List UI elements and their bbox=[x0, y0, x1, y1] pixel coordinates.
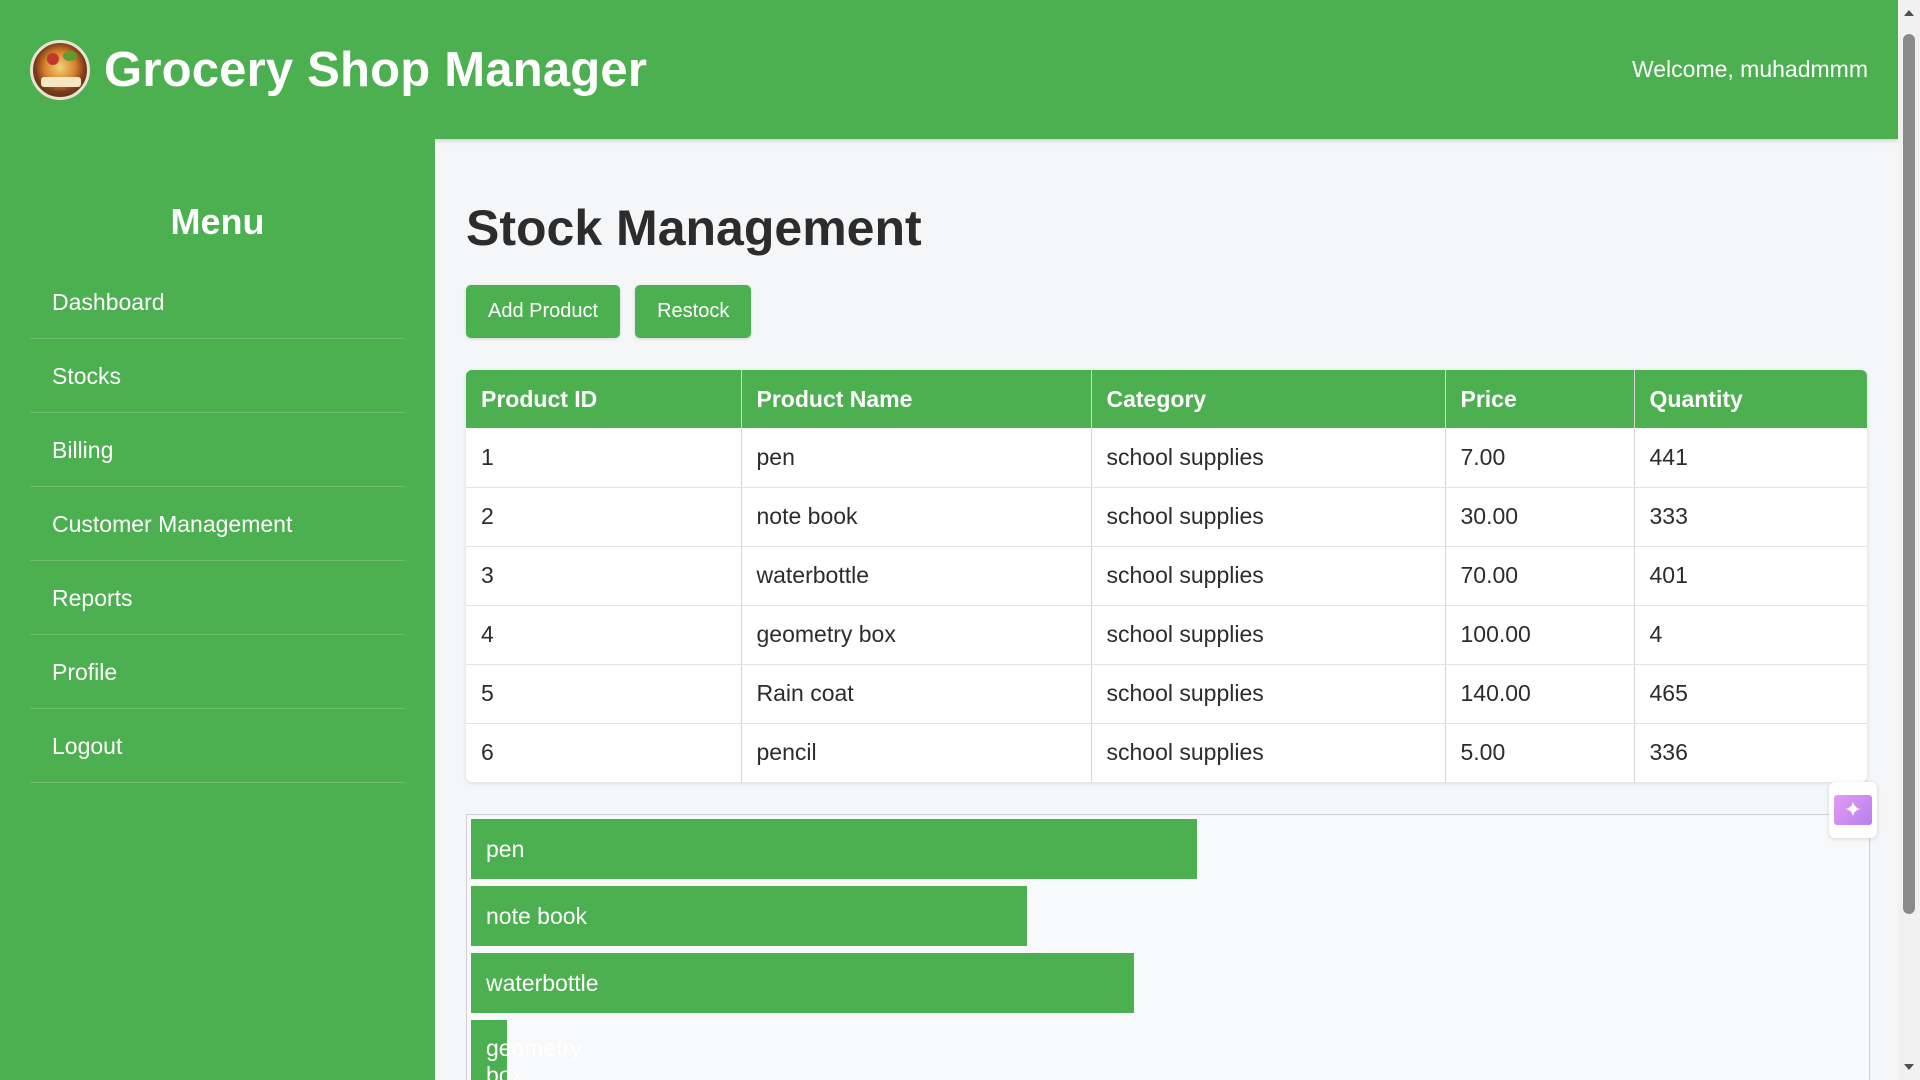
cell-product-id: 2 bbox=[466, 487, 741, 547]
welcome-message: Welcome, muhadmmm bbox=[1631, 56, 1868, 82]
sidebar-item-dashboard[interactable]: Dashboard bbox=[30, 265, 405, 339]
cell-quantity: 465 bbox=[1633, 664, 1867, 724]
cell-category: school supplies bbox=[1090, 487, 1445, 547]
table-row: 5 Rain coat school supplies 140.00 465 bbox=[466, 664, 1867, 724]
sidebar-item-stocks[interactable]: Stocks bbox=[30, 339, 405, 413]
cell-quantity: 333 bbox=[1633, 487, 1867, 547]
cell-category: school supplies bbox=[1090, 605, 1445, 665]
add-product-button[interactable]: Add Product bbox=[466, 285, 621, 338]
table-row: 3 waterbottle school supplies 70.00 401 bbox=[466, 546, 1867, 606]
cell-product-name: pencil bbox=[740, 723, 1091, 782]
table-row: 2 note book school supplies 30.00 333 bbox=[466, 487, 1867, 547]
stock-table-container: Product ID Product Name Category Price Q… bbox=[466, 370, 1867, 782]
column-header-product-name: Product Name bbox=[740, 370, 1091, 428]
stock-bar-row: waterbottle bbox=[471, 953, 1869, 1020]
cell-quantity: 441 bbox=[1633, 428, 1867, 488]
stock-table: Product ID Product Name Category Price Q… bbox=[466, 370, 1867, 782]
grocery-basket-logo bbox=[30, 39, 90, 100]
column-header-category: Category bbox=[1090, 370, 1445, 428]
cell-price: 100.00 bbox=[1444, 605, 1634, 665]
page-scrollbar[interactable] bbox=[1898, 0, 1920, 1080]
stock-bar-label: note book bbox=[486, 903, 588, 929]
cell-quantity: 4 bbox=[1633, 605, 1867, 665]
column-header-quantity: Quantity bbox=[1633, 370, 1867, 428]
cell-product-name: Rain coat bbox=[740, 664, 1091, 724]
stock-bar-row: geometry box bbox=[471, 1020, 1869, 1080]
assistant-button[interactable]: ✦ bbox=[1829, 782, 1877, 838]
cell-product-id: 6 bbox=[481, 739, 494, 766]
sidebar-item-billing[interactable]: Billing bbox=[30, 413, 405, 487]
cell-price: 5.00 bbox=[1444, 723, 1634, 782]
cell-category: school supplies bbox=[1090, 664, 1445, 724]
cell-price: 30.00 bbox=[1444, 487, 1634, 547]
restock-button[interactable]: Restock bbox=[635, 285, 752, 338]
table-row: 4 geometry box school supplies 100.00 4 bbox=[466, 605, 1867, 665]
table-row: 1 pen school supplies 7.00 441 bbox=[466, 428, 1867, 488]
cell-product-id: 3 bbox=[466, 546, 741, 606]
cell-product-name: note book bbox=[740, 487, 1091, 547]
table-header-row: Product ID Product Name Category Price Q… bbox=[466, 370, 1867, 428]
cell-price: 140.00 bbox=[1444, 664, 1634, 724]
table-row: 6 pencil school supplies 5.00 336 bbox=[466, 723, 1867, 782]
sidebar-item-customer-management[interactable]: Customer Management bbox=[30, 487, 405, 561]
scroll-down-arrow-icon[interactable] bbox=[1904, 1064, 1914, 1070]
cell-quantity: 401 bbox=[1633, 546, 1867, 606]
cell-product-name: waterbottle bbox=[740, 546, 1091, 606]
sidebar-item-reports[interactable]: Reports bbox=[30, 561, 405, 635]
cell-product-name: geometry box bbox=[740, 605, 1091, 665]
sidebar-item-logout[interactable]: Logout bbox=[30, 709, 405, 783]
column-header-price: Price bbox=[1444, 370, 1634, 428]
cell-product-id: 5 bbox=[466, 664, 741, 724]
scroll-up-arrow-icon[interactable] bbox=[1904, 10, 1914, 16]
cell-price: 70.00 bbox=[1444, 546, 1634, 606]
stock-bar-label: pen bbox=[486, 836, 525, 862]
stock-bar-label: geometry box bbox=[486, 1035, 582, 1080]
stock-bar-row: note book bbox=[471, 886, 1869, 953]
page-title: Stock Management bbox=[466, 200, 922, 256]
app-header: Grocery Shop Manager Welcome, muhadmmm bbox=[0, 0, 1898, 139]
stock-bar-row: pen bbox=[471, 819, 1869, 886]
cell-category: school supplies bbox=[1090, 723, 1445, 782]
sidebar: Menu Dashboard Stocks Billing Customer M… bbox=[0, 139, 435, 1080]
stock-bar-label: waterbottle bbox=[486, 970, 599, 996]
cell-category: school supplies bbox=[1090, 428, 1445, 488]
cell-price: 7.00 bbox=[1444, 428, 1634, 488]
action-bar: Add Product Restock bbox=[466, 285, 1898, 338]
brand: Grocery Shop Manager bbox=[30, 39, 648, 100]
cell-product-name: pen bbox=[740, 428, 1091, 488]
app-title: Grocery Shop Manager bbox=[104, 42, 648, 97]
cell-product-id: 4 bbox=[466, 605, 741, 665]
column-header-product-id: Product ID bbox=[466, 370, 741, 428]
cell-category: school supplies bbox=[1090, 546, 1445, 606]
menu-title: Menu bbox=[170, 201, 265, 242]
cell-quantity: 336 bbox=[1633, 723, 1867, 782]
stock-quantity-bars: pen note book waterbottle geometry box bbox=[466, 814, 1870, 1080]
scroll-thumb[interactable] bbox=[1903, 34, 1915, 914]
cell-product-id: 1 bbox=[466, 428, 741, 488]
sidebar-item-profile[interactable]: Profile bbox=[30, 635, 405, 709]
sparkle-chat-icon: ✦ bbox=[1834, 795, 1872, 825]
